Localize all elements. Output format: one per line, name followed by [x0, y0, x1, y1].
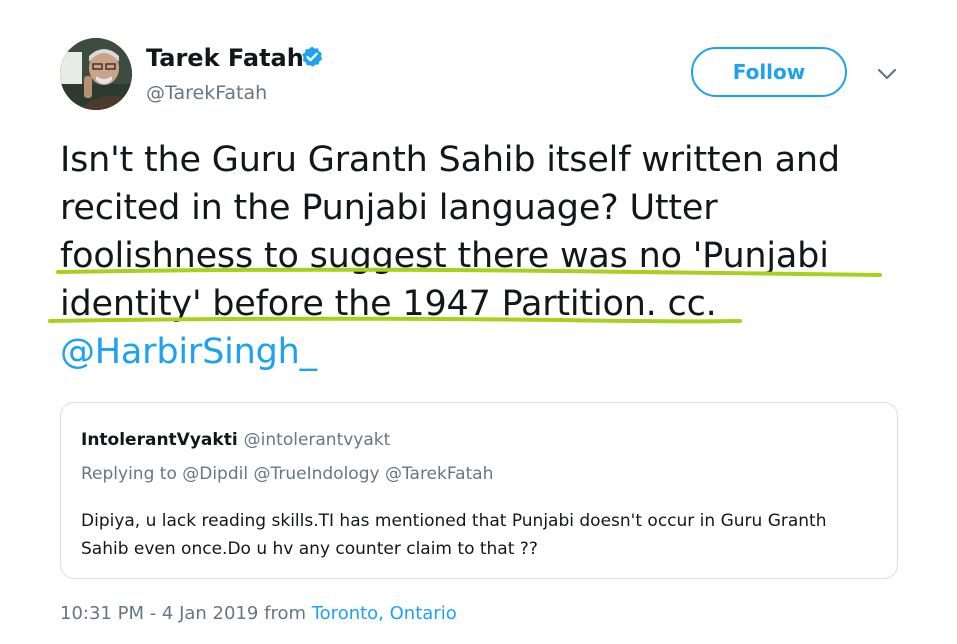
tweet-text-line: foolishness to suggest there was no 'Pun… — [60, 236, 829, 276]
verified-badge-icon — [302, 46, 323, 67]
quoted-author: IntolerantVyakti @intolerantvyakt — [81, 430, 390, 450]
mention-link[interactable]: @HarbirSingh_ — [60, 328, 920, 376]
tweet-text: Isn't the Guru Granth Sahib itself writt… — [60, 136, 920, 376]
tweet-timestamp[interactable]: 10:31 PM - 4 Jan 2019 — [60, 603, 258, 624]
tweet-text-line: identity' before the 1947 Partition. cc. — [60, 284, 717, 324]
tweet-metadata: 10:31 PM - 4 Jan 2019 from Toronto, Onta… — [60, 603, 457, 624]
quoted-tweet-text: Dipiya, u lack reading skills.TI has men… — [81, 511, 827, 559]
quoted-author-name: IntolerantVyakti — [81, 430, 238, 450]
quoted-replying-to: Replying to @Dipdil @TrueIndology @Tarek… — [81, 464, 494, 484]
tweet-text-line: recited in the Punjabi language? Utter — [60, 188, 718, 228]
location-link[interactable]: Toronto, Ontario — [312, 603, 457, 624]
from-label: from — [264, 603, 306, 624]
tweet-text-line: Isn't the Guru Granth Sahib itself writt… — [60, 140, 840, 180]
author-display-name[interactable]: Tarek Fatah — [146, 44, 304, 72]
follow-button[interactable]: Follow — [691, 47, 847, 97]
avatar[interactable] — [60, 38, 132, 110]
avatar-photo-icon — [60, 38, 132, 110]
author-handle[interactable]: @TarekFatah — [146, 82, 267, 104]
quoted-tweet-card[interactable]: IntolerantVyakti @intolerantvyakt Replyin… — [60, 402, 898, 579]
chevron-down-icon[interactable] — [876, 66, 898, 82]
quoted-author-handle: @intolerantvyakt — [243, 430, 391, 450]
